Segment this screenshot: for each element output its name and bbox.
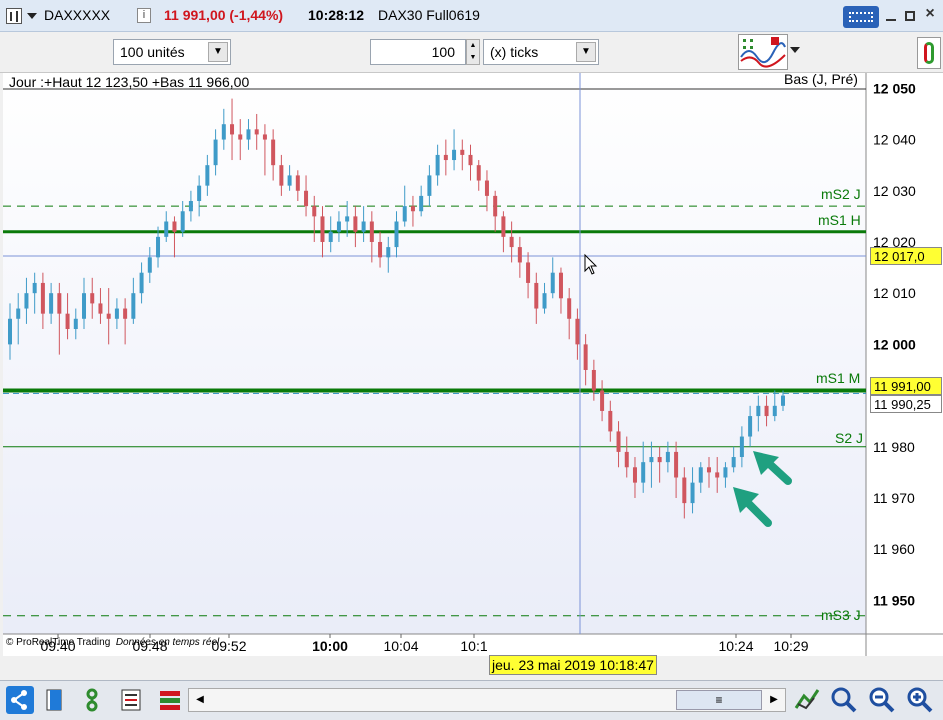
level-label-ms3j: mS3 J bbox=[821, 607, 861, 623]
zoom-out-icon[interactable] bbox=[868, 686, 896, 714]
title-bar: DAXXXXX i 11 991,00 (-1,44%) 10:28:12 DA… bbox=[0, 0, 943, 32]
chart-header-right: Bas (J, Pré) bbox=[784, 71, 858, 87]
chart-icon[interactable] bbox=[6, 8, 22, 24]
candlestick-chart[interactable]: 12 05012 04012 03012 02012 01012 00011 9… bbox=[3, 73, 943, 656]
bid-price-label: 11 990,25 bbox=[870, 395, 942, 413]
level-label-s2j: S2 J bbox=[835, 430, 864, 446]
price-chart[interactable]: 12 050 12 040 12 030 12 020 12 010 12 000 11 9… bbox=[3, 71, 943, 675]
maximize-icon[interactable] bbox=[902, 8, 918, 24]
zoom-in-icon[interactable] bbox=[906, 686, 934, 714]
price-axis-background bbox=[866, 73, 943, 656]
scrollbar[interactable]: ◀ ≡ ▶ bbox=[188, 688, 786, 712]
y-tick-label: 11 950 bbox=[873, 592, 915, 608]
level-label-ms2j: mS2 J bbox=[821, 186, 861, 202]
info-icon[interactable]: i bbox=[137, 8, 151, 23]
y-tick-label: 11 960 bbox=[873, 541, 915, 557]
quantity-value: 100 unités bbox=[120, 44, 185, 60]
scroll-left-icon[interactable]: ◀ bbox=[191, 691, 209, 709]
indicators-dropdown-icon[interactable] bbox=[790, 47, 800, 53]
price-change: 11 991,00 (-1,44%) bbox=[164, 7, 284, 23]
chart-header: Jour :+Haut 12 123,50 +Bas 11 966,00 bbox=[9, 74, 250, 90]
plot-background bbox=[3, 73, 866, 656]
chevron-down-icon[interactable]: ▼ bbox=[576, 42, 596, 62]
y-tick-label: 12 040 bbox=[873, 132, 916, 148]
ticks-value: 100 bbox=[431, 44, 455, 60]
scroll-right-icon[interactable]: ▶ bbox=[765, 691, 783, 709]
y-tick-label: 12 000 bbox=[873, 336, 916, 352]
sync-icon[interactable] bbox=[917, 37, 941, 69]
ticks-unit-value: (x) ticks bbox=[490, 44, 539, 60]
minimize-icon[interactable] bbox=[883, 8, 899, 24]
last-price-label: 11 991,00 bbox=[870, 377, 942, 395]
x-tick-label: 10:29 bbox=[773, 638, 808, 654]
instrument-name[interactable]: DAXXXXX bbox=[44, 7, 110, 23]
drawing-tools-icon[interactable] bbox=[80, 686, 108, 714]
order-toolbar: 100 unités ▼ 100 ▲ ▼ (x) ticks ▼ bbox=[0, 33, 943, 73]
chevron-down-icon[interactable]: ▼ bbox=[208, 42, 228, 62]
x-tick-label: 10:1 bbox=[460, 638, 487, 654]
share-icon[interactable] bbox=[6, 686, 34, 714]
y-tick-label: 11 980 bbox=[873, 439, 915, 455]
instrument-dropdown-icon[interactable] bbox=[27, 13, 37, 19]
quantity-select[interactable]: 100 unités ▼ bbox=[113, 39, 231, 65]
fit-icon[interactable] bbox=[792, 686, 820, 714]
x-tick-label: 10:04 bbox=[383, 638, 418, 654]
close-icon[interactable]: × bbox=[922, 5, 938, 23]
indicators-button[interactable] bbox=[738, 34, 788, 70]
bottom-toolbar: ◀ ≡ ▶ bbox=[0, 680, 943, 720]
zoom-auto-icon[interactable] bbox=[830, 686, 858, 714]
x-tick-label: 10:00 bbox=[312, 638, 348, 654]
ticks-stepper[interactable]: ▲ ▼ bbox=[466, 39, 480, 65]
x-tick-label: 10:24 bbox=[718, 638, 753, 654]
ticks-input[interactable]: 100 bbox=[370, 39, 466, 65]
cursor-price-label: 12 017,0 bbox=[870, 247, 942, 265]
indicators-icon bbox=[740, 37, 786, 68]
ticks-unit-select[interactable]: (x) ticks ▼ bbox=[483, 39, 599, 65]
level-label-ms1h: mS1 H bbox=[818, 212, 861, 228]
keyboard-icon[interactable] bbox=[843, 6, 879, 28]
layout-icon[interactable] bbox=[42, 686, 70, 714]
y-tick-label: 11 970 bbox=[873, 490, 915, 506]
sheet-icon[interactable] bbox=[118, 686, 146, 714]
crosshair-date-label: jeu. 23 mai 2019 10:18:47 bbox=[489, 655, 657, 675]
order-book-icon[interactable] bbox=[156, 686, 184, 714]
y-tick-label: 12 010 bbox=[873, 285, 916, 301]
contract-name: DAX30 Full0619 bbox=[378, 7, 480, 23]
copyright-text: © ProRealTime Trading Données en temps r… bbox=[6, 637, 220, 648]
y-tick-label: 12 030 bbox=[873, 183, 916, 199]
y-tick-label: 12 050 bbox=[873, 80, 916, 96]
scroll-thumb[interactable]: ≡ bbox=[676, 690, 762, 710]
level-label-ms1m: mS1 M bbox=[816, 370, 861, 386]
clock-time: 10:28:12 bbox=[308, 7, 365, 23]
